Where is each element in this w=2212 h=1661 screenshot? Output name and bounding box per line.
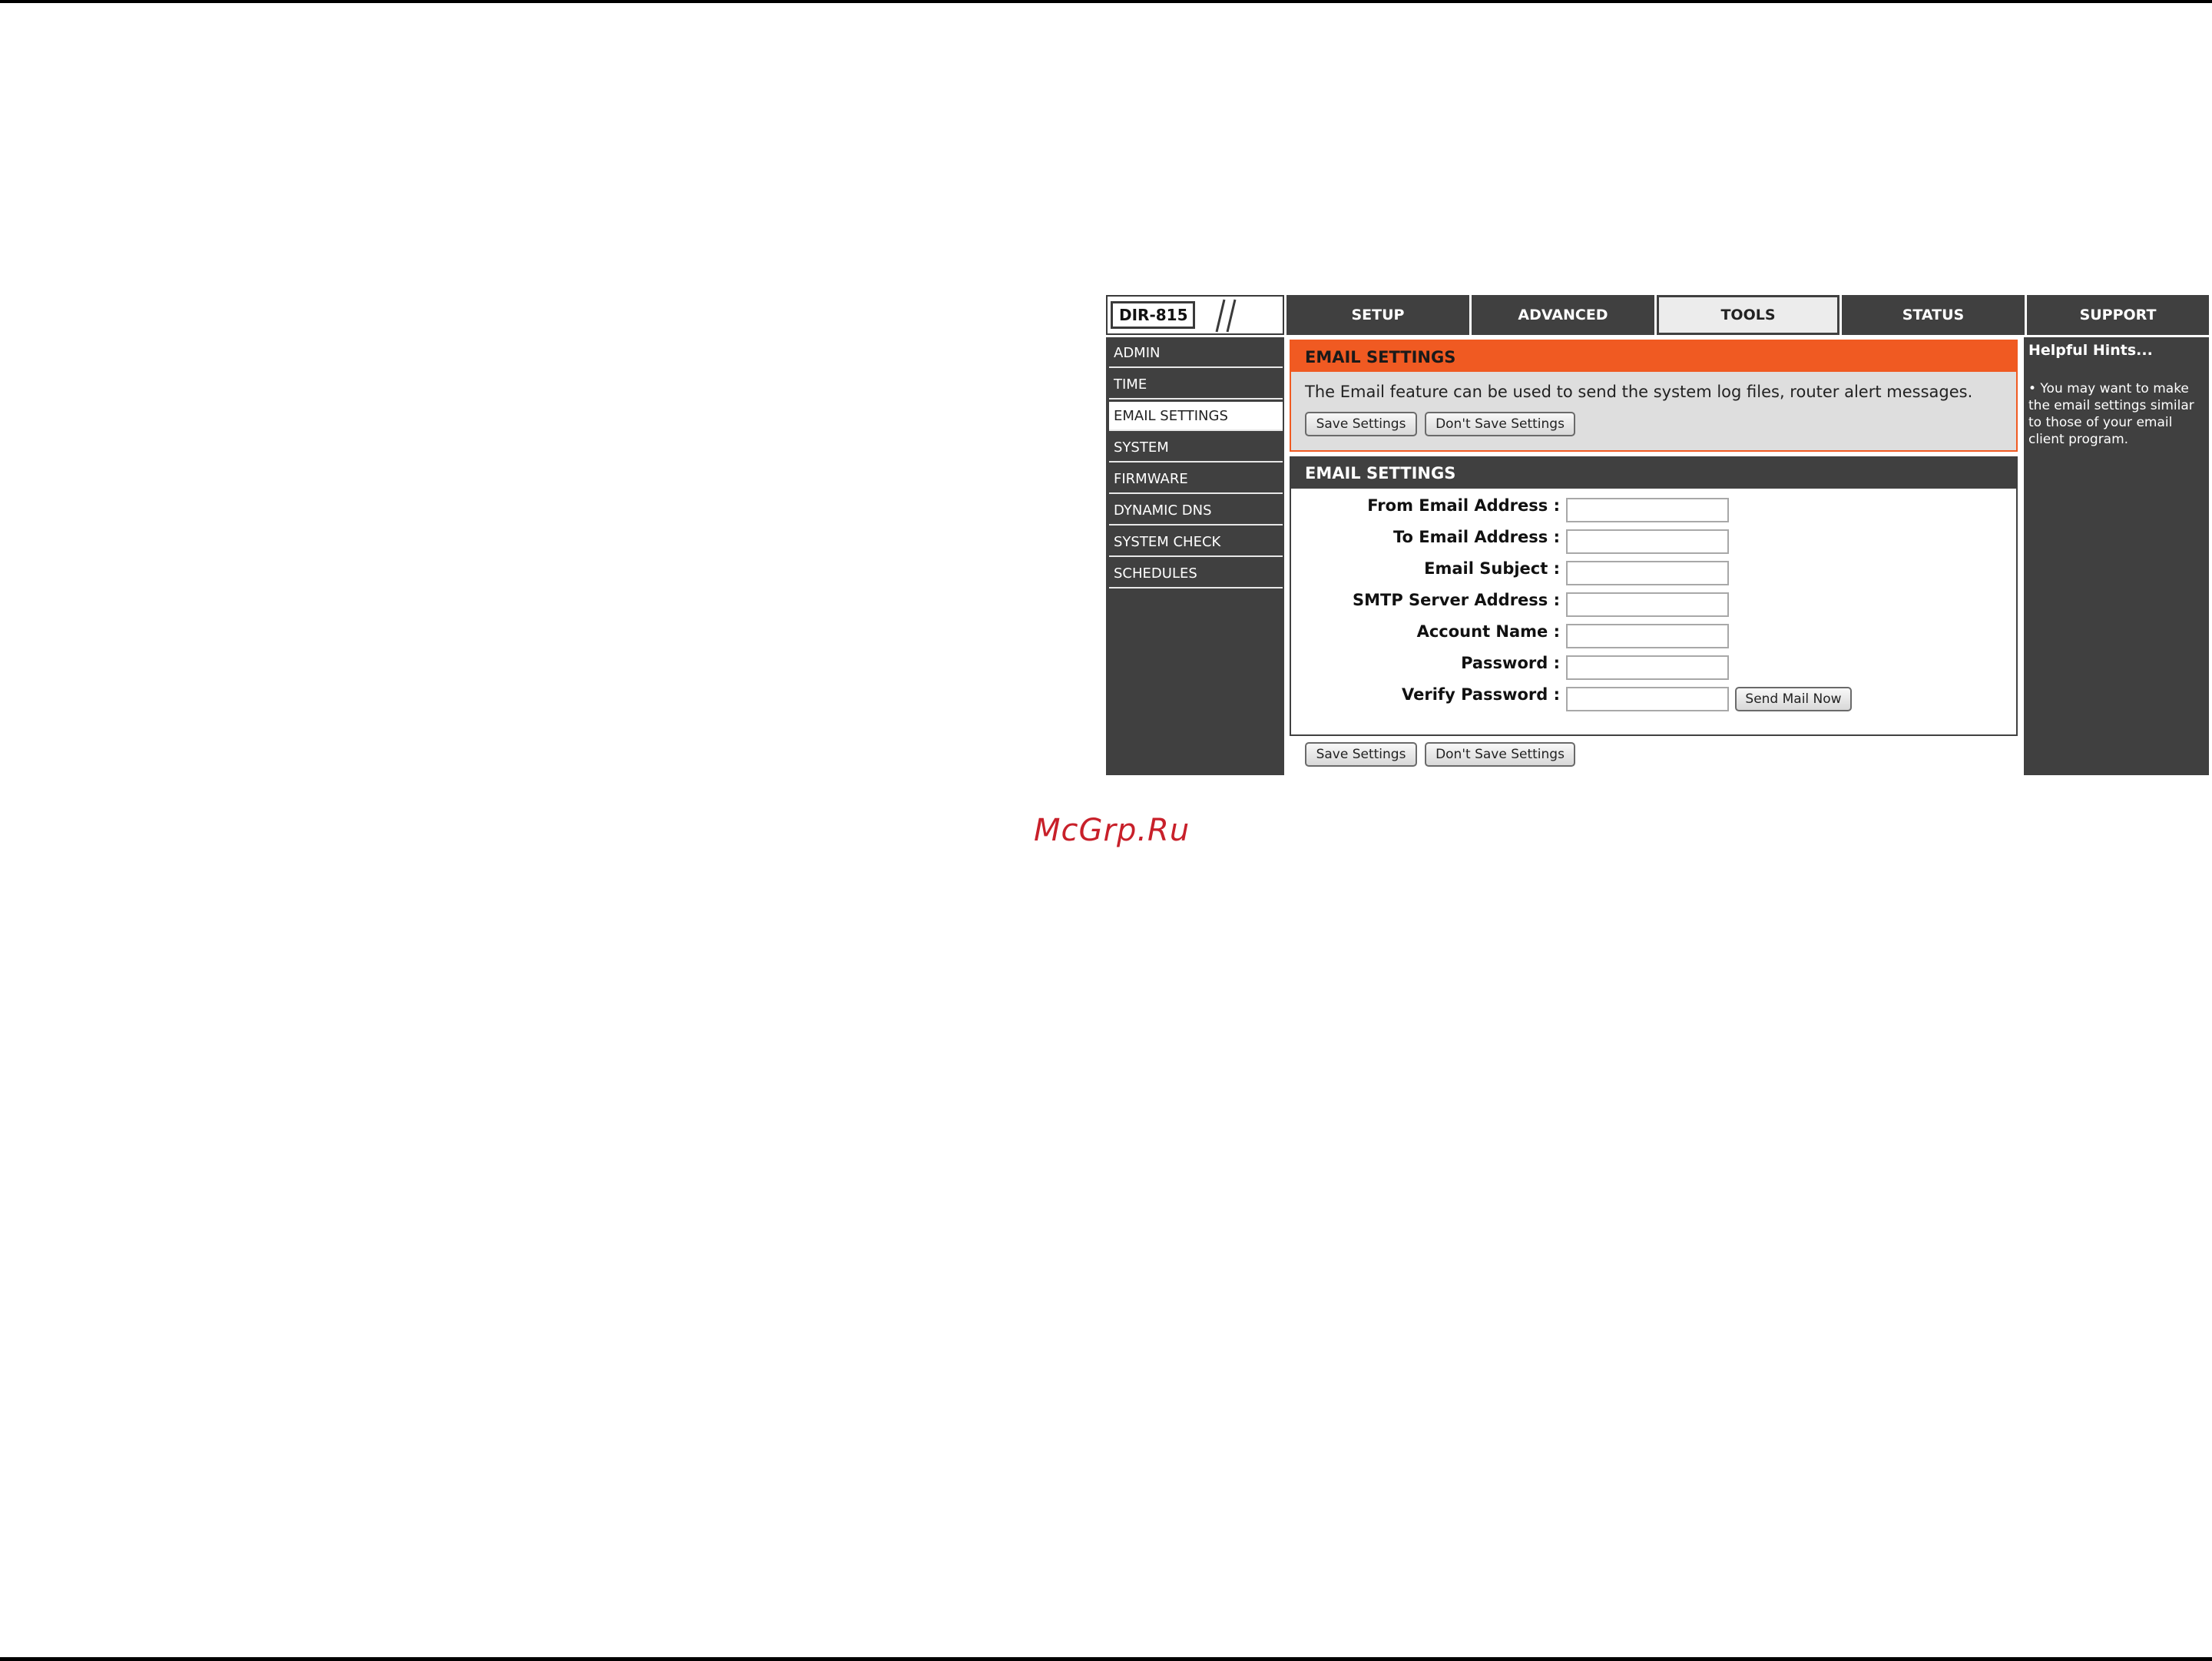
verify-password-input[interactable] bbox=[1566, 687, 1729, 711]
tab-setup[interactable]: SETUP bbox=[1286, 295, 1469, 335]
sidebar-item-time[interactable]: TIME bbox=[1109, 370, 1283, 400]
email-settings-form: EMAIL SETTINGS From Email Address : To E… bbox=[1290, 456, 2018, 736]
model-name: DIR-815 bbox=[1111, 301, 1195, 329]
page-bottom-rule bbox=[0, 1657, 2212, 1661]
sidebar: ADMIN TIME EMAIL SETTINGS SYSTEM FIRMWAR… bbox=[1106, 337, 1284, 775]
sidebar-item-system[interactable]: SYSTEM bbox=[1109, 433, 1283, 462]
to-email-label: To Email Address : bbox=[1392, 528, 1560, 546]
sidebar-item-schedules[interactable]: SCHEDULES bbox=[1109, 559, 1283, 588]
from-email-label: From Email Address : bbox=[1367, 496, 1560, 515]
password-input[interactable] bbox=[1566, 655, 1729, 680]
account-name-label: Account Name : bbox=[1416, 622, 1560, 641]
hints-title: Helpful Hints... bbox=[2028, 342, 2153, 359]
from-email-input[interactable] bbox=[1566, 498, 1729, 522]
save-settings-button-bottom[interactable]: Save Settings bbox=[1305, 742, 1417, 767]
tab-tools[interactable]: TOOLS bbox=[1657, 295, 1839, 335]
sidebar-item-dynamic-dns[interactable]: DYNAMIC DNS bbox=[1109, 496, 1283, 525]
tab-advanced[interactable]: ADVANCED bbox=[1472, 295, 1654, 335]
smtp-server-input[interactable] bbox=[1566, 592, 1729, 617]
logo-slashes-icon bbox=[1215, 299, 1237, 333]
smtp-server-label: SMTP Server Address : bbox=[1353, 591, 1560, 609]
dont-save-settings-button-top[interactable]: Don't Save Settings bbox=[1425, 412, 1575, 436]
brand-logo: DIR-815 bbox=[1106, 295, 1284, 335]
to-email-input[interactable] bbox=[1566, 529, 1729, 554]
sidebar-item-admin[interactable]: ADMIN bbox=[1109, 339, 1283, 368]
intro-description: The Email feature can be used to send th… bbox=[1305, 383, 1973, 401]
email-subject-label: Email Subject : bbox=[1424, 559, 1560, 578]
intro-panel: EMAIL SETTINGS The Email feature can be … bbox=[1290, 340, 2018, 452]
password-label: Password : bbox=[1461, 654, 1560, 672]
dont-save-settings-button-bottom[interactable]: Don't Save Settings bbox=[1425, 742, 1575, 767]
send-mail-now-button[interactable]: Send Mail Now bbox=[1735, 687, 1852, 711]
sidebar-item-email-settings[interactable]: EMAIL SETTINGS bbox=[1109, 402, 1283, 431]
account-name-input[interactable] bbox=[1566, 624, 1729, 648]
router-admin-window: DIR-815 SETUP ADVANCED TOOLS STATUS SUPP… bbox=[1106, 295, 2209, 775]
sidebar-item-system-check[interactable]: SYSTEM CHECK bbox=[1109, 528, 1283, 557]
hints-text: • You may want to make the email setting… bbox=[2028, 381, 2194, 447]
watermark: McGrp.Ru bbox=[1034, 813, 1190, 848]
tab-support[interactable]: SUPPORT bbox=[2027, 295, 2209, 335]
intro-title: EMAIL SETTINGS bbox=[1291, 341, 2016, 372]
tab-status[interactable]: STATUS bbox=[1842, 295, 2025, 335]
verify-password-label: Verify Password : bbox=[1402, 685, 1560, 704]
email-form-title: EMAIL SETTINGS bbox=[1291, 458, 2016, 489]
email-subject-input[interactable] bbox=[1566, 561, 1729, 585]
save-settings-button-top[interactable]: Save Settings bbox=[1305, 412, 1417, 436]
helpful-hints-panel: Helpful Hints... • You may want to make … bbox=[2024, 337, 2209, 775]
sidebar-item-firmware[interactable]: FIRMWARE bbox=[1109, 465, 1283, 494]
page-top-rule bbox=[0, 0, 2212, 3]
